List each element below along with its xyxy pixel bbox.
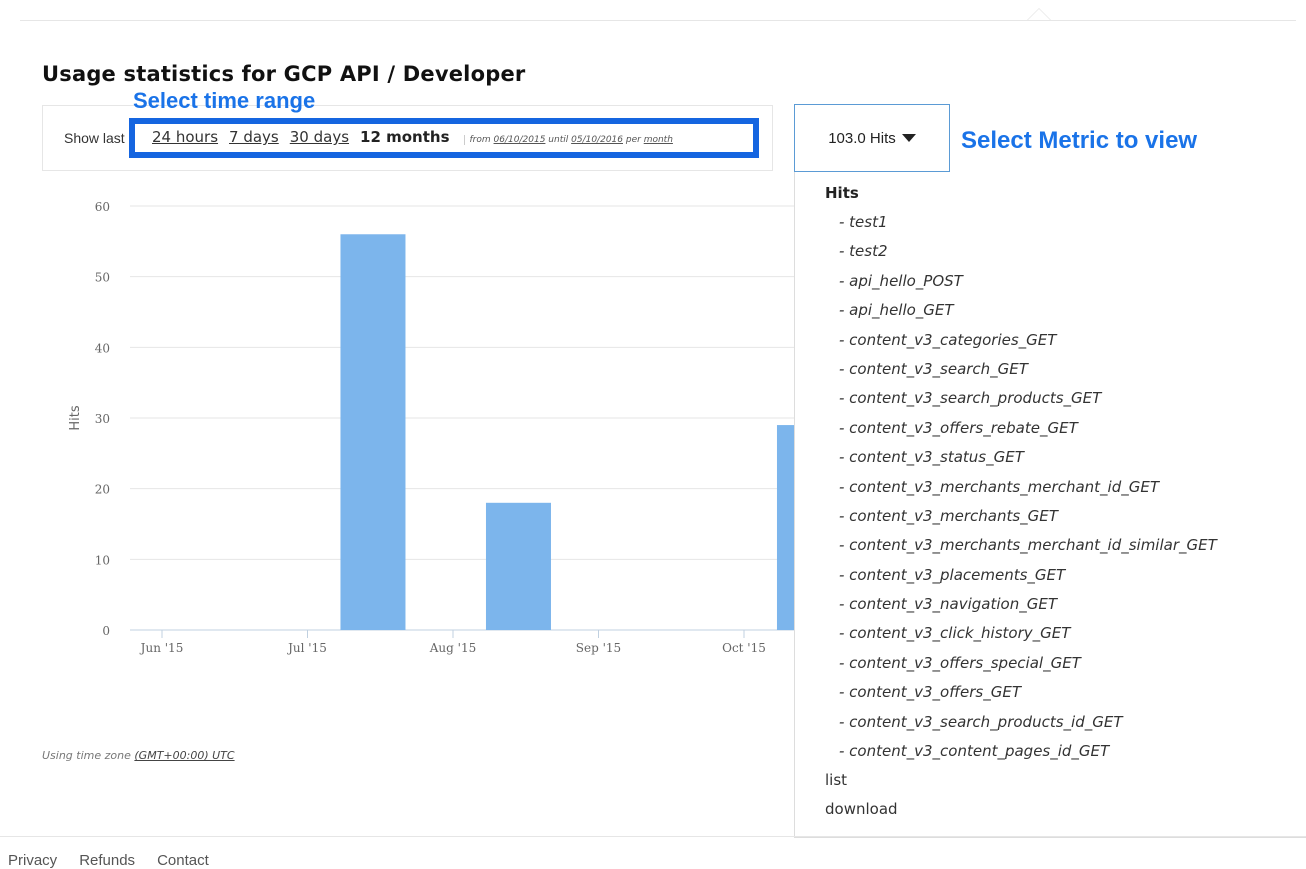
timezone-link[interactable]: (GMT+00:00) UTC: [134, 749, 234, 762]
footer-contact-link[interactable]: Contact: [157, 852, 209, 869]
caret-down-icon: [901, 134, 916, 142]
dropdown-metric-item[interactable]: - content_v3_offers_rebate_GET: [795, 419, 1306, 448]
y-tick-label: 10: [95, 553, 110, 567]
footer: Privacy Refunds Contact: [8, 852, 209, 869]
dropdown-metric-item[interactable]: - content_v3_merchants_merchant_id_GET: [795, 478, 1306, 507]
footer-privacy-link[interactable]: Privacy: [8, 852, 57, 869]
footer-refunds-link[interactable]: Refunds: [79, 852, 135, 869]
metric-dropdown-menu: Hits - test1- test2- api_hello_POST - api…: [794, 172, 1306, 838]
x-tick-label: Sep '15: [576, 641, 621, 655]
x-tick-label: Oct '15: [722, 641, 766, 655]
x-tick-label: Jun '15: [139, 641, 184, 655]
dropdown-metric-item[interactable]: - content_v3_click_history_GET: [795, 624, 1306, 653]
annotation-select-metric: Select Metric to view: [961, 127, 1198, 154]
x-tick-label: Jul '15: [286, 641, 327, 655]
menu-caret: [1027, 8, 1051, 20]
x-tick-label: Aug '15: [429, 641, 476, 655]
dropdown-metric-item[interactable]: - content_v3_categories_GET: [795, 331, 1306, 360]
y-tick-label: 20: [95, 483, 110, 497]
timezone-note: Using time zone (GMT+00:00) UTC: [42, 749, 235, 762]
usage-chart: 0 10 20 30 40 50 60 Hits Jun '15 Jul '15 Aug '15 Se…: [68, 200, 795, 655]
y-tick-label: 50: [95, 271, 110, 285]
dropdown-metric-item[interactable]: - api_hello_GET: [795, 301, 1306, 330]
y-axis-label: Hits: [68, 405, 83, 430]
dropdown-download-option[interactable]: download: [795, 800, 1306, 829]
dropdown-metric-item[interactable]: - content_v3_search_products_id_GET: [795, 713, 1306, 742]
dropdown-group-hits[interactable]: Hits: [795, 184, 1306, 213]
dropdown-metric-item[interactable]: - content_v3_placements_GET: [795, 566, 1306, 595]
metric-button-label: 103.0 Hits: [828, 129, 896, 147]
y-tick-label: 40: [95, 341, 110, 355]
dropdown-list-option[interactable]: list: [795, 771, 1306, 800]
dropdown-metric-item[interactable]: - content_v3_navigation_GET: [795, 595, 1306, 624]
y-tick-label: 0: [102, 624, 110, 638]
bar-oct--15: [776, 425, 795, 630]
dropdown-metric-item[interactable]: - content_v3_offers_GET: [795, 683, 1306, 712]
dropdown-metric-item[interactable]: - content_v3_status_GET: [795, 448, 1306, 477]
timezone-prefix: Using time zone: [42, 749, 131, 762]
dropdown-metric-item[interactable]: - content_v3_content_pages_id_GET: [795, 742, 1306, 771]
dropdown-metric-item[interactable]: - content_v3_search_GET: [795, 360, 1306, 389]
bar-aug--15: [485, 502, 551, 630]
y-tick-label: 30: [95, 412, 110, 426]
footer-divider: [0, 836, 1306, 837]
dropdown-metric-item[interactable]: - test1: [795, 213, 1306, 242]
dropdown-metric-item[interactable]: - content_v3_merchants_merchant_id_simil…: [795, 536, 1306, 565]
dropdown-metric-item[interactable]: - test2: [795, 242, 1306, 271]
bar-jul--15: [340, 234, 406, 630]
metric-dropdown-button[interactable]: 103.0 Hits: [794, 104, 950, 172]
dropdown-metric-item[interactable]: - content_v3_offers_special_GET: [795, 654, 1306, 683]
dropdown-metric-item[interactable]: - content_v3_search_products_GET: [795, 389, 1306, 418]
dropdown-metric-item[interactable]: - content_v3_merchants_GET: [795, 507, 1306, 536]
dropdown-metric-item[interactable]: - api_hello_POST: [795, 272, 1306, 301]
y-tick-label: 60: [95, 200, 110, 214]
